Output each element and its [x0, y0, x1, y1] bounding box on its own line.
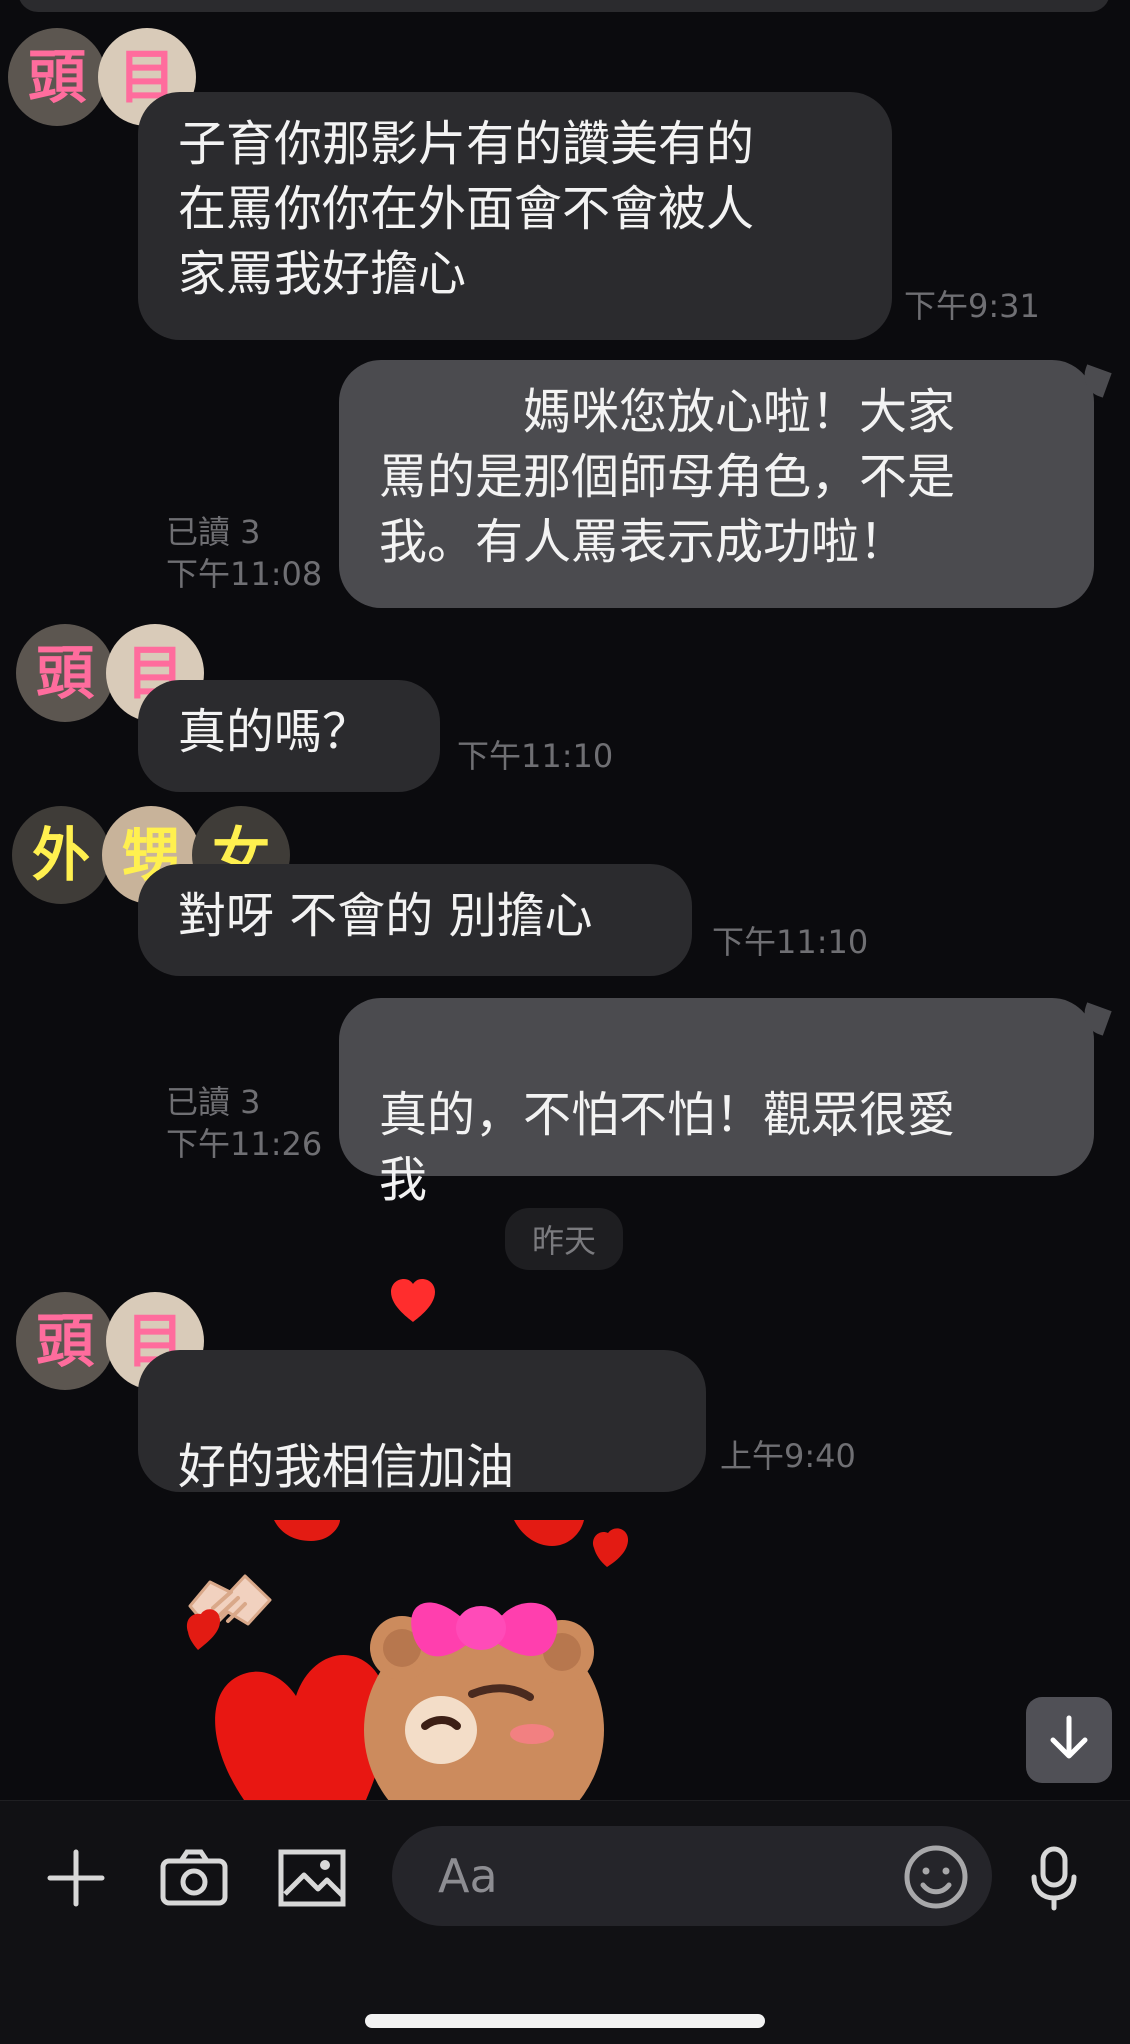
- large-heart-icon: [215, 1655, 388, 1800]
- message-time: 下午11:08: [166, 555, 323, 593]
- message-text: 好的我相信加油: [178, 1438, 515, 1495]
- incoming-message-bubble[interactable]: 好的我相信加油: [138, 1350, 706, 1632]
- small-heart-icon: [593, 1528, 629, 1567]
- message-time: 上午9:40: [720, 1437, 856, 1475]
- sticker-heart-top-left-icon: [274, 1520, 340, 1541]
- bear-sticker[interactable]: [170, 1520, 690, 1800]
- read-receipt: 已讀 3: [166, 513, 261, 551]
- incoming-message-bubble[interactable]: 真的嗎？: [138, 680, 440, 792]
- incoming-message-bubble[interactable]: 對呀 不會的 別擔心: [138, 864, 692, 976]
- message-text: 真的，不怕不怕！觀眾很愛 我: [379, 1086, 956, 1208]
- incoming-message-bubble[interactable]: 子育你那影片有的讚美有的 在罵你你在外面會不會被人 家罵我好擔心: [138, 92, 892, 340]
- small-heart-icon: [186, 1609, 220, 1650]
- message-time: 下午9:31: [904, 287, 1040, 325]
- home-indicator[interactable]: [365, 2014, 765, 2028]
- camera-icon[interactable]: [158, 1842, 230, 1914]
- message-placeholder: Aa: [438, 1849, 498, 1903]
- nickname-char: 頭: [16, 624, 114, 722]
- plus-icon[interactable]: [40, 1842, 112, 1914]
- nickname-char: 頭: [8, 28, 106, 126]
- sticker-heart-top-right-icon: [514, 1520, 584, 1546]
- read-receipt: 已讀 3: [166, 1083, 261, 1121]
- message-time: 下午11:10: [457, 737, 614, 775]
- microphone-icon[interactable]: [1018, 1842, 1090, 1914]
- pink-bow-icon: [411, 1602, 558, 1657]
- scroll-to-bottom-button[interactable]: [1026, 1697, 1112, 1783]
- outgoing-message-bubble[interactable]: 真的，不怕不怕！觀眾很愛 我: [339, 998, 1094, 1323]
- date-separator: 昨天: [505, 1208, 623, 1270]
- chat-screen: 頭 目 子育你那影片有的讚美有的 在罵你你在外面會不會被人 家罵我好擔心 下午9…: [0, 0, 1130, 2044]
- previous-message-fragment: [18, 0, 1110, 12]
- nickname-char: 外: [12, 806, 110, 904]
- arrow-down-icon: [1045, 1712, 1093, 1768]
- nickname-char: 頭: [16, 1292, 114, 1390]
- red-heart-icon: [387, 1212, 439, 1342]
- emoji-icon[interactable]: [900, 1841, 972, 1913]
- image-icon[interactable]: [276, 1842, 348, 1914]
- outgoing-message-bubble[interactable]: 媽咪您放心啦！大家 罵的是那個師母角色，不是 我。有人罵表示成功啦！: [339, 360, 1094, 608]
- message-time: 下午11:10: [712, 923, 869, 961]
- message-time: 下午11:26: [166, 1125, 323, 1163]
